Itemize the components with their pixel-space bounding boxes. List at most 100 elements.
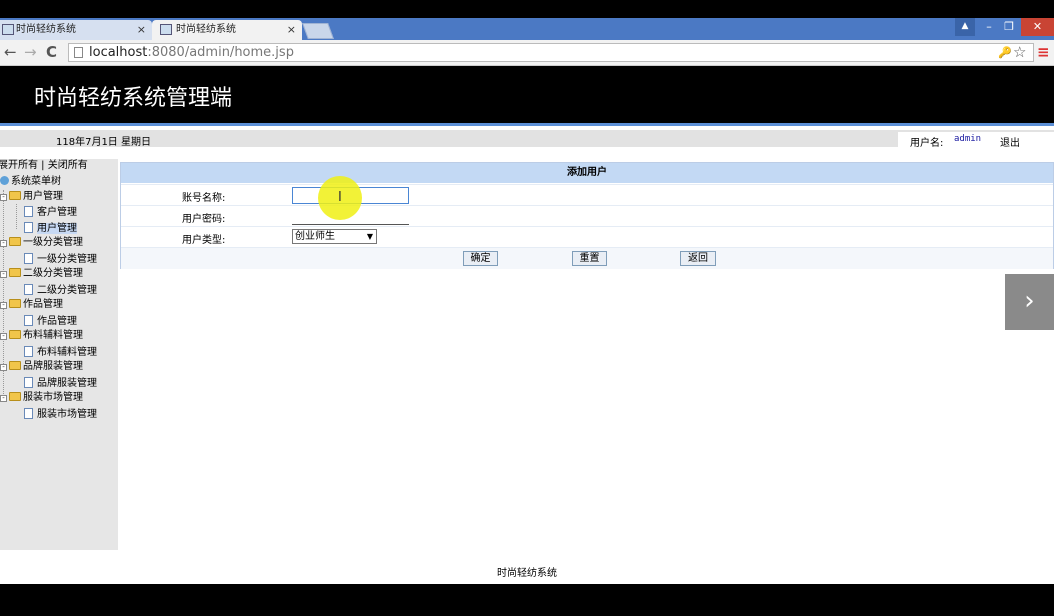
close-tab-icon[interactable]: × [137,20,146,40]
collapse-icon[interactable]: - [0,194,7,201]
tree-item-category2[interactable]: 二级分类管理 [24,284,97,297]
user-type-value: 创业师生 [295,231,335,242]
tree-group-label: 作品管理 [23,299,63,310]
tree-group-fabric[interactable]: - 布料辅料管理 [0,330,83,342]
screen-bottom-strip [0,584,1054,616]
tree-item-customer[interactable]: 客户管理 [24,206,77,219]
tree-connector [16,204,17,229]
tree-item-label: 用户管理 [37,223,77,234]
page-icon [24,408,33,419]
user-type-select[interactable]: 创业师生 ▼ [292,229,377,244]
menu-icon[interactable]: ≡ [1037,44,1050,60]
tree-group-label: 服装市场管理 [23,392,83,403]
reload-icon[interactable]: C [46,44,57,60]
tree-group-user[interactable]: - 用户管理 [0,191,63,203]
reset-button[interactable]: 重置 [572,251,607,266]
tree-item-market[interactable]: 服装市场管理 [24,408,97,421]
main-content: 添加用户 账号名称: 用户密码: 用户类型: 创业师生 ▼ 确定 重置 返回 [118,150,1054,550]
dropdown-arrow-icon: ▼ [366,232,373,241]
tree-item-label: 作品管理 [37,316,77,327]
page-icon [24,284,33,295]
password-label: 用户密码: [182,214,226,225]
footer-text: 时尚轻纺系统 [497,568,557,579]
add-user-form: 添加用户 账号名称: 用户密码: 用户类型: 创业师生 ▼ 确定 重置 返回 [120,162,1054,269]
account-label: 账号名称: [182,193,226,204]
collapse-icon[interactable]: - [0,302,7,309]
info-bar: 118年7月1日 星期日 用户名: admin 退出 [0,126,1054,150]
page-icon [24,253,33,264]
tree-group-label: 布料辅料管理 [23,330,83,341]
form-title: 添加用户 [121,163,1053,183]
tree-item-label: 品牌服装管理 [37,378,97,389]
page-icon [24,315,33,326]
tree-root[interactable]: 系统菜单树 [0,176,61,188]
url-input[interactable]: localhost:8080/admin/home.jsp [68,43,1034,62]
page-icon [24,222,33,233]
tree-group-works[interactable]: - 作品管理 [0,299,63,311]
folder-icon [9,191,21,200]
current-date: 118年7月1日 星期日 [56,137,151,148]
page-icon [24,346,33,357]
tree-item-label: 客户管理 [37,207,77,218]
form-row-account: 账号名称: [121,184,1053,205]
tree-group-brand[interactable]: - 品牌服装管理 [0,361,83,373]
confirm-button[interactable]: 确定 [463,251,498,266]
tree-root-label: 系统菜单树 [11,176,61,187]
tree-item-user[interactable]: 用户管理 [24,222,77,235]
page-icon [24,377,33,388]
address-bar: ← → C localhost:8080/admin/home.jsp 🔑 ☆ … [0,40,1054,66]
page-footer: 时尚轻纺系统 [0,550,1054,584]
screen-top-strip [0,0,1054,18]
star-icon[interactable]: ☆ [1013,44,1026,60]
back-button[interactable]: 返回 [680,251,716,266]
user-profile-icon[interactable]: ▲ [955,18,975,36]
collapse-icon[interactable]: - [0,271,7,278]
back-icon[interactable]: ← [4,44,17,60]
browser-tab-1-label: 时尚轻纺系统 [16,24,76,35]
tree-item-label: 布料辅料管理 [37,347,97,358]
page-favicon-icon [160,24,172,35]
page-favicon-icon [2,24,14,35]
tree-group-label: 一级分类管理 [23,237,83,248]
folder-icon [9,299,21,308]
collapse-icon[interactable]: - [0,333,7,340]
collapse-icon[interactable]: - [0,240,7,247]
collapse-icon[interactable]: - [0,364,7,371]
collapse-icon[interactable]: - [0,395,7,402]
tree-item-brand[interactable]: 品牌服装管理 [24,377,97,390]
user-label: 用户名: [910,138,944,149]
app-title: 时尚轻纺系统管理端 [34,86,233,111]
tree-item-fabric[interactable]: 布料辅料管理 [24,346,97,359]
tree-group-category2[interactable]: - 二级分类管理 [0,268,83,280]
folder-icon [9,392,21,401]
key-icon[interactable]: 🔑 [998,45,1012,61]
browser-tab-1[interactable]: 时尚轻纺系统 × [0,20,152,40]
tree-group-market[interactable]: - 服装市场管理 [0,392,83,404]
page-icon [24,206,33,217]
form-row-buttons: 确定 重置 返回 [121,247,1053,269]
minimize-icon[interactable]: – [979,18,999,36]
new-tab-button[interactable] [302,23,334,39]
tree-group-label: 二级分类管理 [23,268,83,279]
close-window-icon[interactable]: ✕ [1021,18,1054,36]
browser-tab-strip: 时尚轻纺系统 × 时尚轻纺系统 × ▲ – ❐ ✕ [0,18,1054,40]
maximize-icon[interactable]: ❐ [999,18,1019,36]
tree-item-works[interactable]: 作品管理 [24,315,77,328]
text-cursor-icon: I [338,190,342,205]
expand-collapse-all[interactable]: 展开所有 | 关闭所有 [0,160,88,172]
type-label: 用户类型: [182,235,226,246]
next-arrow-button[interactable]: › [1005,274,1054,330]
page-icon [74,47,83,58]
tree-group-label: 用户管理 [23,191,63,202]
forward-icon[interactable]: → [24,44,37,60]
tree-group-category1[interactable]: - 一级分类管理 [0,237,83,249]
logout-link[interactable]: 退出 [1000,134,1020,149]
close-tab-icon[interactable]: × [287,20,296,40]
tree-item-category1[interactable]: 一级分类管理 [24,253,97,266]
url-host: localhost [89,45,148,60]
browser-tab-2[interactable]: 时尚轻纺系统 × [152,20,302,40]
folder-icon [9,361,21,370]
sidebar-top-gap [0,150,118,159]
folder-icon [9,237,21,246]
folder-icon [9,268,21,277]
